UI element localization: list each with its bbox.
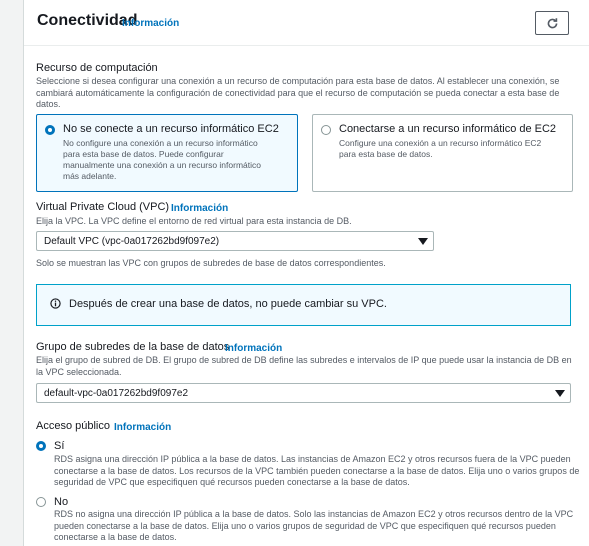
public-yes-label: Sí	[54, 440, 65, 452]
vpc-label: Virtual Private Cloud (VPC)	[36, 201, 170, 213]
vpc-select[interactable]: Default VPC (vpc-0a017262bd9f097e2)	[36, 231, 434, 251]
public-no-label: No	[54, 496, 69, 508]
caret-down-icon	[418, 238, 428, 245]
vpc-hint: Solo se muestran las VPC con grupos de s…	[36, 258, 386, 268]
subnet-group-label: Grupo de subredes de la base de datos	[36, 341, 230, 353]
refresh-icon	[547, 17, 557, 28]
subnet-select-value: default-vpc-0a017262bd9f097e2	[44, 388, 189, 399]
public-no-desc: RDS no asigna una dirección IP pública a…	[54, 509, 574, 542]
compute-option-title: Conectarse a un recurso informático de E…	[339, 123, 557, 135]
compute-option-no-connect[interactable]: No se conecte a un recurso informático E…	[36, 114, 298, 192]
vpc-info-link[interactable]: Información	[171, 203, 228, 214]
vpc-select-value: Default VPC (vpc-0a017262bd9f097e2)	[44, 236, 220, 247]
public-yes-desc: RDS asigna una dirección IP pública a la…	[54, 454, 580, 487]
caret-down-icon	[555, 390, 565, 397]
section-info-link[interactable]: Información	[122, 18, 179, 29]
refresh-button[interactable]	[535, 11, 569, 35]
compute-option-title: No se conecte a un recurso informático E…	[63, 123, 279, 135]
connectivity-panel: Conectividad Información Recurso de comp…	[23, 0, 589, 546]
compute-resource-label: Recurso de computación	[36, 62, 158, 74]
radio-connect-ec2[interactable]	[321, 125, 331, 135]
compute-resource-desc: Seleccione si desea configurar una conex…	[36, 76, 560, 109]
info-icon	[50, 298, 61, 309]
subnet-group-desc: Elija el grupo de subred de DB. El grupo…	[36, 355, 572, 377]
radio-public-yes[interactable]	[36, 441, 46, 451]
vpc-desc: Elija la VPC. La VPC define el entorno d…	[36, 216, 352, 226]
radio-public-no[interactable]	[36, 497, 46, 507]
alert-text: Después de crear una base de datos, no p…	[69, 298, 387, 310]
public-access-label: Acceso público	[36, 420, 110, 432]
section-header: Conectividad Información	[24, 0, 589, 46]
compute-option-desc: No configure una conexión a un recurso i…	[63, 138, 261, 181]
public-access-info-link[interactable]: Información	[114, 422, 171, 433]
subnet-group-select[interactable]: default-vpc-0a017262bd9f097e2	[36, 383, 571, 403]
compute-option-desc: Configure una conexión a un recurso info…	[339, 138, 542, 159]
info-alert: Después de crear una base de datos, no p…	[36, 284, 571, 326]
compute-option-connect-ec2[interactable]: Conectarse a un recurso informático de E…	[312, 114, 573, 192]
subnet-info-link[interactable]: Información	[225, 343, 282, 354]
radio-no-connect[interactable]	[45, 125, 55, 135]
